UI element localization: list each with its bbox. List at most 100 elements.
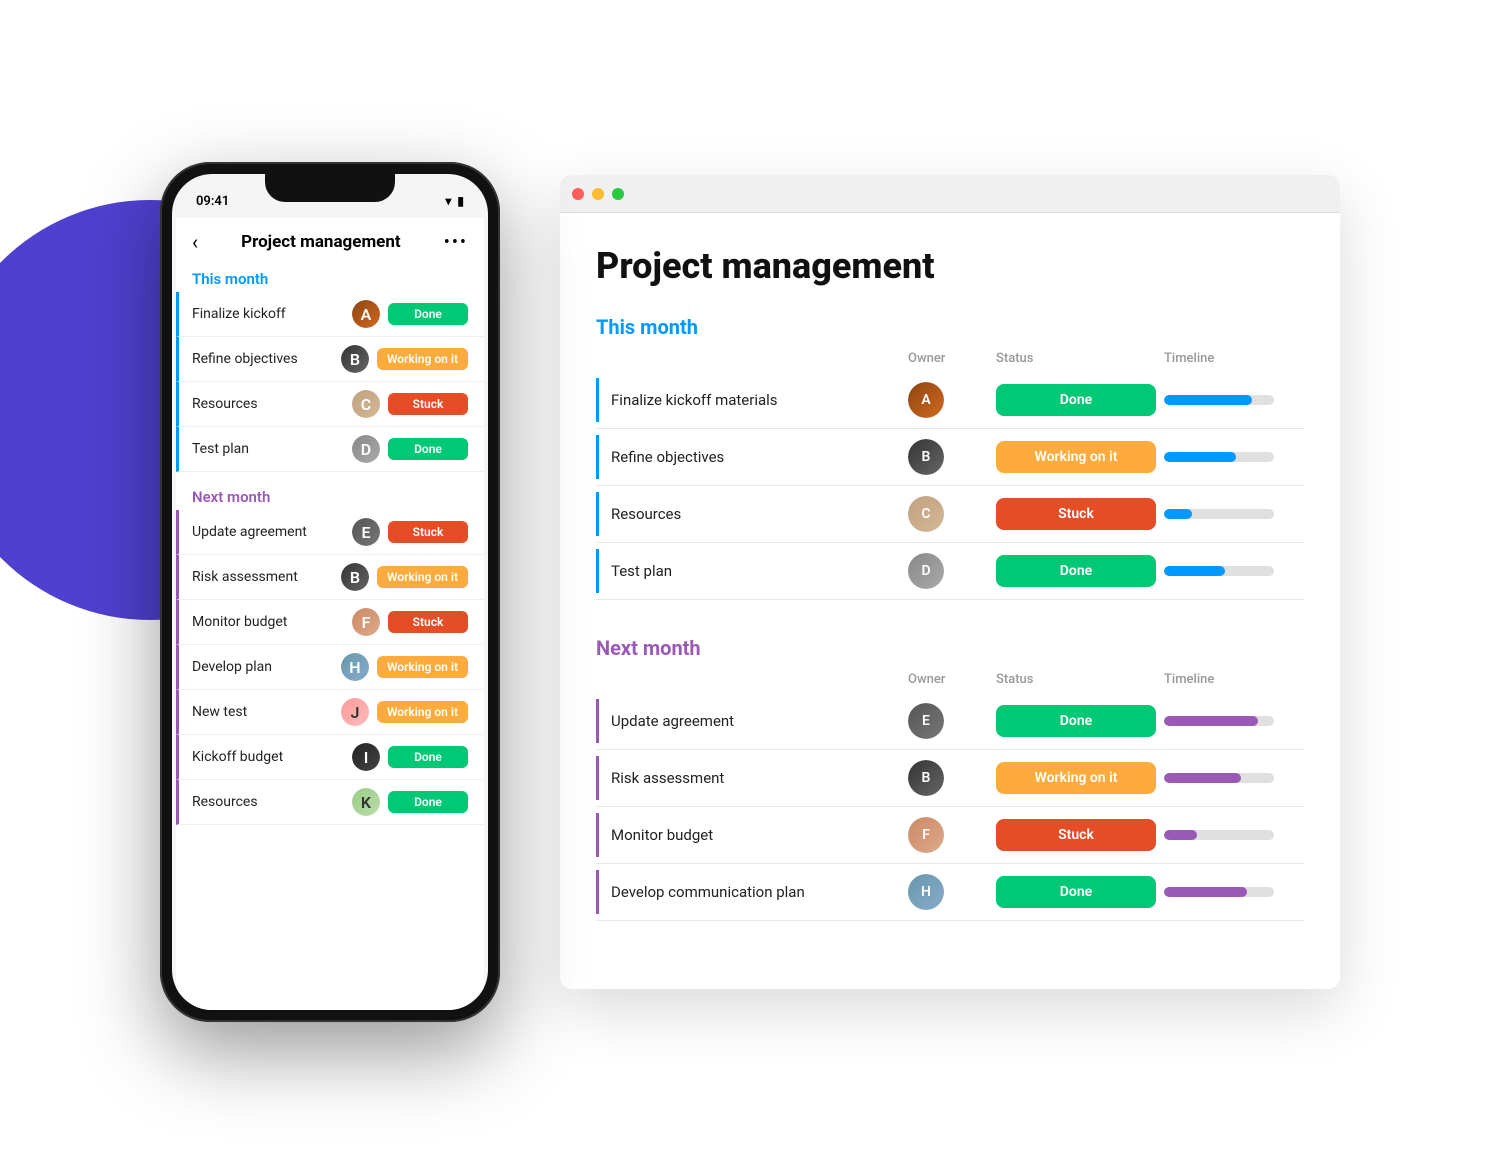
avatar: K	[352, 788, 380, 816]
table-row[interactable]: Test plan D Done	[596, 543, 1304, 600]
list-item[interactable]: Finalize kickoff A Done	[176, 292, 484, 337]
back-button[interactable]: ‹	[192, 230, 198, 254]
timeline-cell	[1164, 509, 1304, 519]
status-badge: Done	[388, 303, 468, 325]
timeline-fill	[1164, 395, 1252, 405]
list-item[interactable]: Resources K Done	[176, 780, 484, 825]
timeline-fill	[1164, 452, 1236, 462]
status-badge: Done	[996, 384, 1156, 416]
status-badge: Working on it	[996, 441, 1156, 473]
table-header-row: Owner Status Timeline	[596, 351, 1304, 372]
avatar: B	[341, 345, 369, 373]
status-badge: Working on it	[377, 701, 468, 723]
table-row[interactable]: Monitor budget F Stuck	[596, 807, 1304, 864]
avatar: I	[352, 743, 380, 771]
list-item[interactable]: New test J Working on it	[176, 690, 484, 735]
avatar: F	[908, 817, 944, 853]
timeline-fill	[1164, 566, 1225, 576]
list-item[interactable]: Monitor budget F Stuck	[176, 600, 484, 645]
col-status: Status	[996, 672, 1156, 687]
task-name: Monitor budget	[192, 614, 344, 630]
avatar: D	[352, 435, 380, 463]
timeline-bar	[1164, 509, 1274, 519]
task-name-cell: Monitor budget	[596, 813, 900, 857]
avatar: F	[352, 608, 380, 636]
phone-screen: 09:41 ▾ ▮ ‹ Project management •••	[172, 174, 488, 1010]
table-header-row: Owner Status Timeline	[596, 672, 1304, 693]
table-row[interactable]: Resources C Stuck	[596, 486, 1304, 543]
timeline-bar	[1164, 716, 1274, 726]
task-name-cell: Refine objectives	[596, 435, 900, 479]
avatar: E	[352, 518, 380, 546]
list-item[interactable]: Refine objectives B Working on it	[176, 337, 484, 382]
timeline-cell	[1164, 566, 1304, 576]
list-item[interactable]: Kickoff budget I Done	[176, 735, 484, 780]
window-minimize-button[interactable]	[592, 188, 604, 200]
list-item[interactable]: Develop plan H Working on it	[176, 645, 484, 690]
table-row[interactable]: Update agreement E Done	[596, 693, 1304, 750]
list-item[interactable]: Resources C Stuck	[176, 382, 484, 427]
phone-content: ‹ Project management ••• This month Fina…	[176, 218, 484, 1010]
status-badge: Stuck	[388, 611, 468, 633]
list-item[interactable]: Update agreement E Stuck	[176, 510, 484, 555]
phone-device: 09:41 ▾ ▮ ‹ Project management •••	[160, 162, 500, 1022]
list-item[interactable]: Test plan D Done	[176, 427, 484, 472]
task-name: Test plan	[192, 441, 344, 457]
timeline-cell	[1164, 452, 1304, 462]
list-item[interactable]: Risk assessment B Working on it	[176, 555, 484, 600]
avatar: J	[341, 698, 369, 726]
task-name-cell: Finalize kickoff materials	[596, 378, 900, 422]
avatar: D	[908, 553, 944, 589]
status-badge: Done	[388, 746, 468, 768]
next-month-table: Owner Status Timeline Update agreement E…	[596, 672, 1304, 921]
col-owner: Owner	[908, 351, 988, 366]
timeline-bar	[1164, 773, 1274, 783]
battery-icon: ▮	[457, 194, 464, 208]
task-name: Kickoff budget	[192, 749, 344, 765]
timeline-cell	[1164, 830, 1304, 840]
timeline-bar	[1164, 452, 1274, 462]
table-row[interactable]: Refine objectives B Working on it	[596, 429, 1304, 486]
window-maximize-button[interactable]	[612, 188, 624, 200]
col-timeline: Timeline	[1164, 672, 1304, 687]
avatar: E	[908, 703, 944, 739]
timeline-cell	[1164, 716, 1304, 726]
status-badge: Done	[996, 876, 1156, 908]
scene: 09:41 ▾ ▮ ‹ Project management •••	[0, 0, 1500, 1164]
timeline-fill	[1164, 509, 1192, 519]
table-row[interactable]: Develop communication plan H Done	[596, 864, 1304, 921]
phone-app-header: ‹ Project management •••	[176, 218, 484, 262]
col-status: Status	[996, 351, 1156, 366]
timeline-bar	[1164, 830, 1274, 840]
status-badge: Stuck	[996, 819, 1156, 851]
desktop-app-title: Project management	[596, 245, 1304, 287]
task-name-cell: Risk assessment	[596, 756, 900, 800]
task-name-cell: Resources	[596, 492, 900, 536]
avatar: H	[341, 653, 369, 681]
timeline-bar	[1164, 566, 1274, 576]
avatar: A	[352, 300, 380, 328]
table-row[interactable]: Risk assessment B Working on it	[596, 750, 1304, 807]
this-month-table: Owner Status Timeline Finalize kickoff m…	[596, 351, 1304, 600]
status-badge: Stuck	[996, 498, 1156, 530]
phone-mockup: 09:41 ▾ ▮ ‹ Project management •••	[160, 162, 500, 1022]
phone-time: 09:41	[196, 194, 229, 209]
task-name: Resources	[192, 396, 344, 412]
status-badge: Working on it	[996, 762, 1156, 794]
task-name-cell: Update agreement	[596, 699, 900, 743]
task-name: Resources	[192, 794, 344, 810]
window-close-button[interactable]	[572, 188, 584, 200]
task-name: Finalize kickoff	[192, 306, 344, 322]
status-badge: Stuck	[388, 393, 468, 415]
status-badge: Done	[996, 555, 1156, 587]
task-name-cell: Test plan	[596, 549, 900, 593]
window-content: Project management This month Owner Stat…	[560, 213, 1340, 989]
phone-app-title: Project management	[241, 232, 401, 252]
avatar: B	[341, 563, 369, 591]
col-timeline: Timeline	[1164, 351, 1304, 366]
task-name: Refine objectives	[192, 351, 333, 367]
task-name: Update agreement	[192, 524, 344, 540]
more-options-button[interactable]: •••	[444, 232, 468, 253]
table-row[interactable]: Finalize kickoff materials A Done	[596, 372, 1304, 429]
avatar: B	[908, 760, 944, 796]
